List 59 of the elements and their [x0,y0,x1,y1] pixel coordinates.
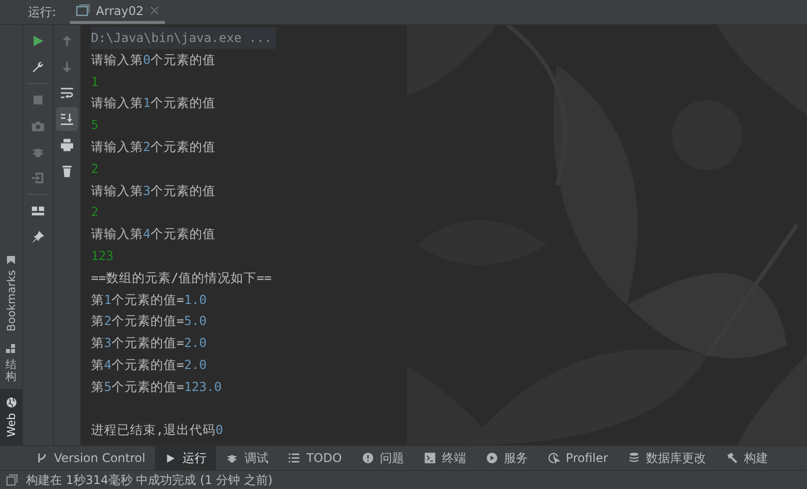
run-icon [165,452,176,464]
tool-window-tab[interactable]: 服务 [476,446,538,470]
tool-window-tab[interactable]: Version Control [26,446,156,470]
terminal-icon [424,452,436,464]
side-tool-label[interactable]: Bookmarks [4,270,18,332]
profiler-icon [548,452,560,464]
console-output-text: 第4个元素的值=2.0 [91,356,207,372]
panel-toggle-icon[interactable] [6,474,18,486]
console-output-text: 请输入第3个元素的值 [91,182,216,198]
tool-window-tab[interactable]: 运行 [155,446,216,470]
user-entered-text: 1 [91,74,99,89]
wrench-icon[interactable] [31,60,45,74]
close-icon[interactable] [150,6,159,15]
pin-icon[interactable] [31,230,45,244]
tool-window-tab[interactable]: 数据库更改 [618,446,716,470]
console-icon [76,4,90,18]
tab-title: Array02 [96,4,144,18]
soft-wrap-icon[interactable] [60,86,74,100]
console-output-text: 第3个元素的值=2.0 [91,335,207,350]
user-entered-text: 123 [91,248,114,263]
branch-icon [36,452,48,464]
console-output-text: 请输入第0个元素的值 [91,52,216,67]
tool-window-tab[interactable]: TODO [278,446,352,470]
tool-window-tab[interactable]: 构建 [716,446,778,470]
tool-window-tab[interactable]: 问题 [352,446,414,470]
globe-icon [6,397,16,408]
tool-window-tab[interactable]: Profiler [538,446,618,470]
tool-window-tab[interactable]: 调试 [216,446,278,470]
console-output-text: 请输入第1个元素的值 [91,95,216,110]
command-line-text: D:\Java\bin\java.exe ... [91,27,276,49]
structure-icon [6,344,16,354]
run-tab[interactable]: Array02 [70,0,165,24]
console-output-text: 进程已结束,退出代码0 [91,422,224,438]
scroll-to-end-icon [60,112,74,126]
user-entered-text: 2 [91,204,99,220]
console-output-text: 第1个元素的值=1.0 [91,292,207,307]
console-output-text: 第5个元素的值=123.0 [91,378,222,394]
run-icon[interactable] [31,34,45,48]
console-output-text: ==数组的元素/值的情况如下== [91,270,272,285]
console-output-text: 请输入第4个元素的值 [91,226,216,242]
tool-window-tab[interactable]: 终端 [414,446,476,470]
warning-icon [362,452,374,464]
console-output-text: 第2个元素的值=5.0 [91,313,207,328]
bookmark-icon [6,255,16,266]
bug-icon [226,452,238,464]
hammer-icon [726,452,738,464]
status-message: 构建在 1秒314毫秒 中成功完成 (1 分钟 之前) [26,472,273,488]
trash-icon[interactable] [60,164,74,178]
toolbar-button[interactable] [56,107,78,131]
layout-icon[interactable] [31,204,45,218]
console-output-text: 请输入第2个元素的值 [91,138,216,154]
database-icon [628,452,640,464]
user-entered-text: 2 [91,160,99,176]
run-panel-label: 运行: [28,4,56,20]
side-tool-label[interactable]: 结构 [6,358,16,384]
list-icon [288,452,300,464]
printer-icon[interactable] [60,138,74,152]
user-entered-text: 5 [91,117,99,132]
service-icon [486,452,498,464]
